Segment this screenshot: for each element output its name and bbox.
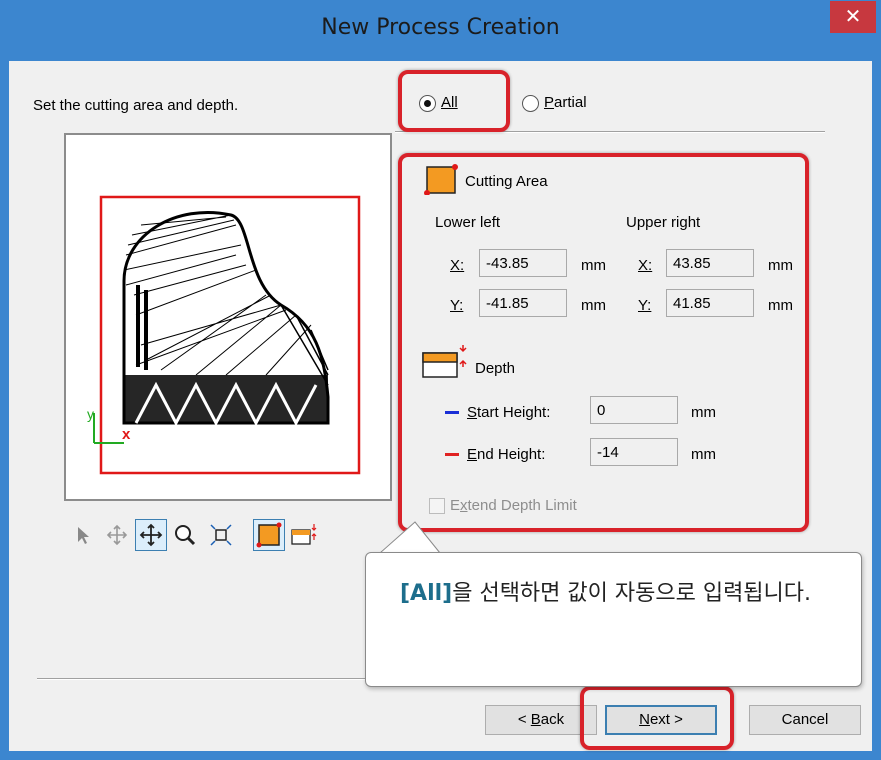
- radio-partial-indicator[interactable]: [522, 95, 539, 112]
- radio-partial-label: Partial: [544, 94, 587, 111]
- title-bar: New Process Creation ✕: [1, 1, 880, 61]
- back-button-label: < Back: [517, 711, 565, 728]
- axis-x-label: x: [122, 426, 131, 443]
- zoom-icon[interactable]: [169, 519, 201, 551]
- highlight-next-button: [580, 686, 734, 750]
- depth-tool-icon[interactable]: [287, 519, 319, 551]
- preview-pane[interactable]: y x: [64, 133, 392, 501]
- instruction-text: Set the cutting area and depth.: [33, 97, 239, 114]
- model-preview: y x: [87, 195, 361, 475]
- piano-model: [122, 210, 330, 427]
- callout-highlight-term: [All]: [400, 581, 453, 606]
- pan-restricted-icon[interactable]: [101, 519, 133, 551]
- callout-tooltip: [All]을 선택하면 값이 자동으로 입력됩니다.: [365, 552, 862, 687]
- callout-message: 을 선택하면 값이 자동으로 입력됩니다.: [452, 581, 812, 606]
- fit-view-icon[interactable]: [205, 519, 237, 551]
- close-button[interactable]: ✕: [830, 1, 876, 33]
- highlight-all-radio: [398, 70, 510, 132]
- highlight-settings-panel: [398, 153, 809, 532]
- cutting-area-tool-icon[interactable]: [253, 519, 285, 551]
- window-title: New Process Creation: [321, 15, 560, 40]
- select-arrow-icon[interactable]: [67, 519, 99, 551]
- cancel-button[interactable]: Cancel: [749, 705, 861, 735]
- axis-y-label: y: [87, 406, 94, 422]
- move-icon[interactable]: [135, 519, 167, 551]
- callout-text: [All]을 선택하면 값이 자동으로 입력됩니다.: [400, 579, 840, 609]
